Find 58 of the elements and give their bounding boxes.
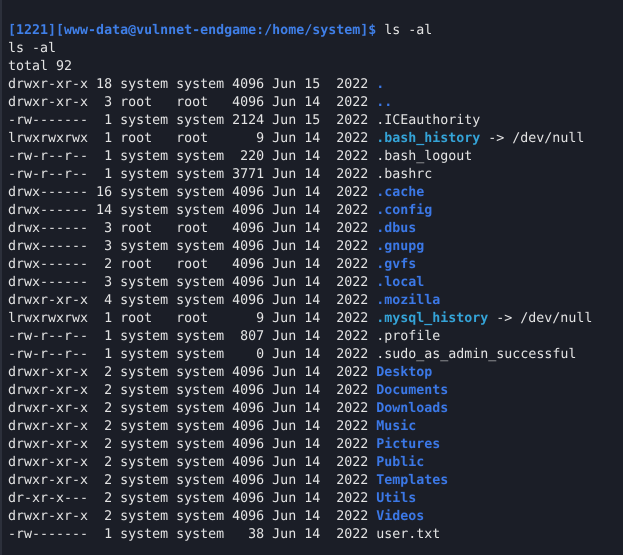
file-details: -rw-r--r-- 1 system system 220 Jun 14 2022 <box>8 148 368 166</box>
file-name: user.txt <box>376 526 440 544</box>
output-line: total 92 <box>8 58 72 76</box>
file-details: drwxr-xr-x 2 system system 4096 Jun 14 2022 <box>8 508 368 526</box>
file-name: .bash_logout <box>376 148 472 166</box>
output-line: ls -al <box>8 40 56 58</box>
file-details: drwxr-xr-x 2 system system 4096 Jun 14 2022 <box>8 472 368 490</box>
file-details: drwx------ 16 system system 4096 Jun 14 2022 <box>8 184 368 202</box>
file-details: drwxr-xr-x 2 system system 4096 Jun 14 2022 <box>8 400 368 418</box>
file-details: drwxr-xr-x 2 system system 4096 Jun 14 2022 <box>8 382 368 400</box>
directory-name: Utils <box>376 490 416 508</box>
file-details: -rw------- 1 system system 2124 Jun 15 2022 <box>8 112 368 130</box>
directory-name: .local <box>376 274 424 292</box>
symlink-name: .mysql_history <box>376 310 488 328</box>
file-details: drwxr-xr-x 2 system system 4096 Jun 14 2022 <box>8 364 368 382</box>
file-name: .profile <box>376 328 440 346</box>
file-details: -rw------- 1 system system 38 Jun 14 2022 <box>8 526 368 544</box>
directory-name: .config <box>376 202 432 220</box>
file-details: drwxr-xr-x 2 system system 4096 Jun 14 2022 <box>8 454 368 472</box>
directory-name: .. <box>376 94 392 112</box>
file-name: .sudo_as_admin_successful <box>376 346 576 364</box>
directory-name: Videos <box>376 508 424 526</box>
file-details: -rw-r--r-- 1 system system 3771 Jun 14 2022 <box>8 166 368 184</box>
directory-name: .cache <box>376 184 424 202</box>
file-details: drwx------ 14 system system 4096 Jun 14 2022 <box>8 202 368 220</box>
file-details: lrwxrwxrwx 1 root root 9 Jun 14 2022 <box>8 310 368 328</box>
symlink-target: -> /dev/null <box>496 310 592 328</box>
file-name: .ICEauthority <box>376 112 480 130</box>
file-details: drwx------ 3 root root 4096 Jun 14 2022 <box>8 220 368 238</box>
directory-name: .mozilla <box>376 292 440 310</box>
file-details: dr-xr-x--- 2 system system 4096 Jun 14 2022 <box>8 490 368 508</box>
directory-name: . <box>376 76 384 94</box>
file-details: drwxr-xr-x 2 system system 4096 Jun 14 2022 <box>8 418 368 436</box>
file-details: drwxr-xr-x 3 root root 4096 Jun 14 2022 <box>8 94 368 112</box>
file-details: drwx------ 3 system system 4096 Jun 14 2022 <box>8 238 368 256</box>
file-details: drwxr-xr-x 2 system system 4096 Jun 14 2022 <box>8 436 368 454</box>
symlink-target: -> /dev/null <box>488 130 584 148</box>
directory-name: Public <box>376 454 424 472</box>
file-details: drwx------ 2 root root 4096 Jun 14 2022 <box>8 256 368 274</box>
directory-name: Downloads <box>376 400 448 418</box>
file-details: drwxr-xr-x 4 system system 4096 Jun 14 2022 <box>8 292 368 310</box>
directory-name: .dbus <box>376 220 416 238</box>
directory-name: Documents <box>376 382 448 400</box>
file-details: drwxr-xr-x 18 system system 4096 Jun 15 2022 <box>8 76 368 94</box>
shell-prompt: [1221][www-data@vulnnet-endgame:/home/system]$ <box>8 22 376 40</box>
directory-name: Desktop <box>376 364 432 382</box>
file-details: -rw-r--r-- 1 system system 807 Jun 14 2022 <box>8 328 368 346</box>
directory-name: .gnupg <box>376 238 424 256</box>
file-name: .bashrc <box>376 166 432 184</box>
directory-name: Pictures <box>376 436 440 454</box>
command-text: ls -al <box>384 22 432 40</box>
file-details: drwx------ 3 system system 4096 Jun 14 2022 <box>8 274 368 292</box>
symlink-name: .bash_history <box>376 130 480 148</box>
directory-name: Templates <box>376 472 448 490</box>
directory-name: .gvfs <box>376 256 416 274</box>
file-details: lrwxrwxrwx 1 root root 9 Jun 14 2022 <box>8 130 368 148</box>
file-details: -rw-r--r-- 1 system system 0 Jun 14 2022 <box>8 346 368 364</box>
directory-name: Music <box>376 418 416 436</box>
